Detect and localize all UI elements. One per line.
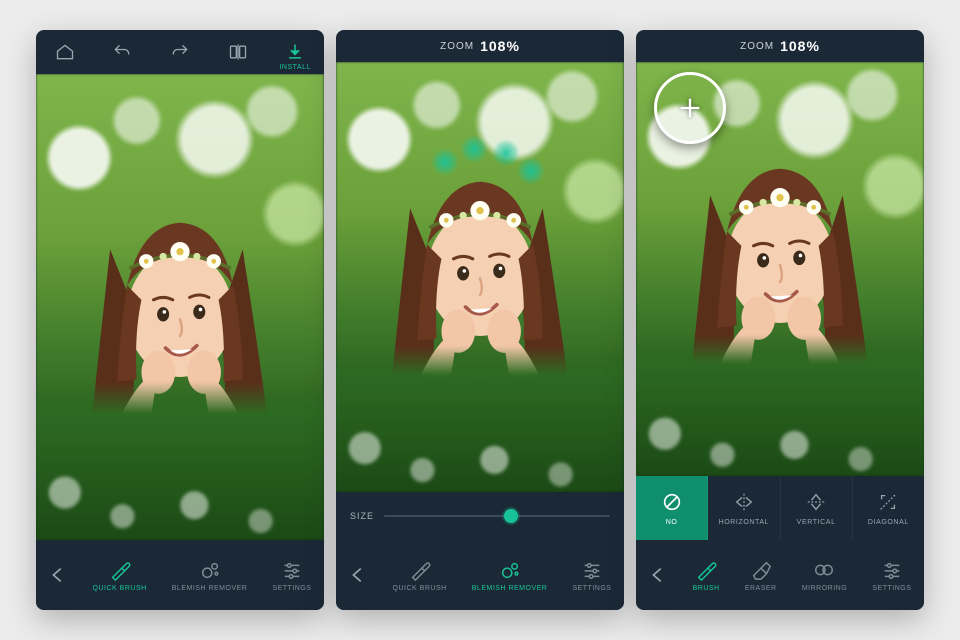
tool-label: BLEMISH REMOVER	[172, 585, 248, 592]
mirror-label: VERTICAL	[797, 519, 836, 526]
redo-icon[interactable]	[158, 30, 202, 74]
tool-blemish-remover[interactable]: BLEMISH REMOVER	[472, 559, 548, 592]
undo-icon[interactable]	[100, 30, 144, 74]
mirror-label: NO	[666, 519, 678, 526]
size-slider[interactable]	[384, 505, 610, 527]
tool-settings[interactable]: SETTINGS	[872, 559, 911, 592]
zoom-label: ZOOM	[440, 41, 474, 52]
tool-label: ERASER	[745, 585, 777, 592]
tool-label: SETTINGS	[872, 585, 911, 592]
tool-brush[interactable]: BRUSH	[693, 559, 720, 592]
bottom-toolbar: BRUSH ERASER MIRRORING SETTINGS	[636, 540, 924, 610]
zoom-indicator: ZOOM 108%	[636, 30, 924, 62]
stage: INSTALL QUICK BRUSH BLEMISH REM	[0, 0, 960, 640]
editor-canvas[interactable]	[36, 74, 324, 540]
zoom-value: 108%	[780, 38, 820, 54]
back-icon[interactable]	[336, 564, 380, 586]
tool-settings[interactable]: SETTINGS	[272, 559, 311, 592]
top-toolbar: INSTALL	[36, 30, 324, 74]
tool-mirroring[interactable]: MIRRORING	[802, 559, 847, 592]
editor-canvas[interactable]	[336, 62, 624, 492]
mirror-options: NO HORIZONTAL VERTICAL DIAGONAL	[636, 476, 924, 540]
tool-label: SETTINGS	[572, 585, 611, 592]
tool-label: QUICK BRUSH	[93, 585, 147, 592]
zoom-indicator: ZOOM 108%	[336, 30, 624, 62]
editor-canvas[interactable]	[636, 62, 924, 476]
tool-quick-brush[interactable]: QUICK BRUSH	[93, 559, 147, 592]
mirror-horizontal[interactable]: HORIZONTAL	[708, 476, 780, 540]
zoom-value: 108%	[480, 38, 520, 54]
slider-thumb-icon[interactable]	[504, 509, 518, 523]
tool-label: BLEMISH REMOVER	[472, 585, 548, 592]
phone-screen-1: INSTALL QUICK BRUSH BLEMISH REM	[36, 30, 324, 610]
bottom-toolbar: QUICK BRUSH BLEMISH REMOVER SETTINGS	[36, 540, 324, 610]
photo	[336, 62, 624, 492]
tool-blemish-remover[interactable]: BLEMISH REMOVER	[172, 559, 248, 592]
mirror-label: HORIZONTAL	[719, 519, 770, 526]
zoom-label: ZOOM	[740, 41, 774, 52]
install-label: INSTALL	[279, 64, 310, 71]
back-icon[interactable]	[36, 564, 80, 586]
mirror-no[interactable]: NO	[636, 476, 708, 540]
photo	[36, 74, 324, 540]
source-preview[interactable]	[654, 72, 726, 144]
mirror-vertical[interactable]: VERTICAL	[781, 476, 853, 540]
tool-label: QUICK BRUSH	[393, 585, 447, 592]
back-icon[interactable]	[636, 564, 680, 586]
tool-label: SETTINGS	[272, 585, 311, 592]
compare-icon[interactable]	[216, 30, 260, 74]
crosshair-icon	[657, 75, 723, 141]
tool-label: BRUSH	[693, 585, 720, 592]
phone-screen-3: ZOOM 108% NO	[636, 30, 924, 610]
bottom-toolbar: QUICK BRUSH BLEMISH REMOVER SETTINGS	[336, 540, 624, 610]
mirror-diagonal[interactable]: DIAGONAL	[853, 476, 924, 540]
tool-quick-brush[interactable]: QUICK BRUSH	[393, 559, 447, 592]
size-label: SIZE	[350, 511, 374, 521]
tool-settings[interactable]: SETTINGS	[572, 559, 611, 592]
mirror-label: DIAGONAL	[868, 519, 909, 526]
tool-eraser[interactable]: ERASER	[745, 559, 777, 592]
home-icon[interactable]	[43, 30, 87, 74]
size-bar: SIZE	[336, 492, 624, 540]
phone-screen-2: ZOOM 108% SIZE	[336, 30, 624, 610]
tool-label: MIRRORING	[802, 585, 847, 592]
install-icon[interactable]: INSTALL	[273, 30, 317, 74]
